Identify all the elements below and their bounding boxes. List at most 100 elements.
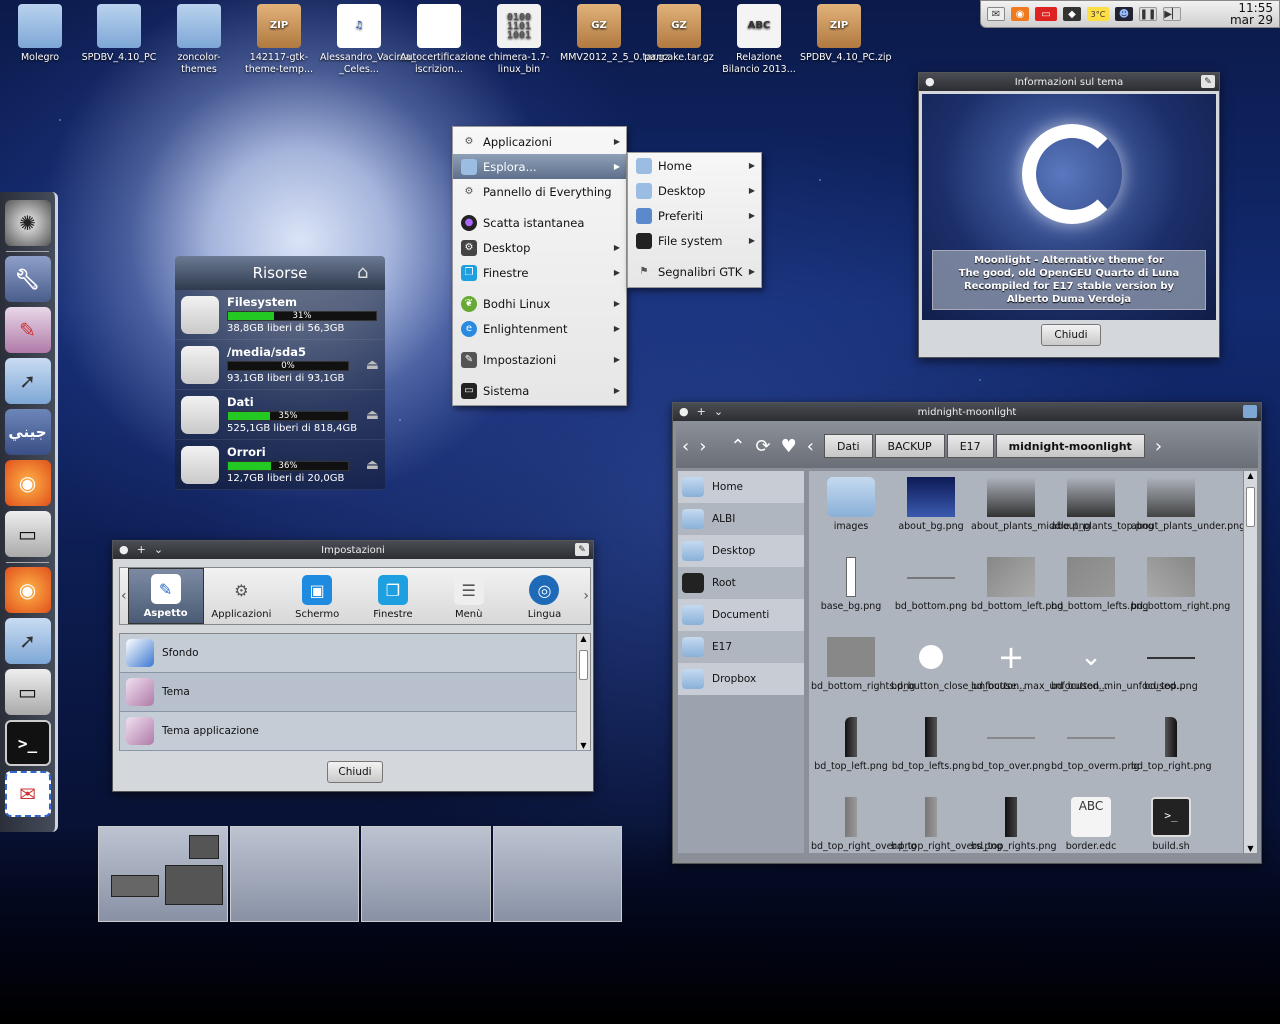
close-button[interactable]: Chiudi [327,761,383,783]
sidebar-item-desktop[interactable]: Desktop [678,535,804,567]
disk-filesystem[interactable]: Filesystem 31% 38,8GB liberi di 56,3GB [175,290,385,340]
desktop-icon[interactable]: zoncolor-themes [160,2,238,76]
eject-icon[interactable]: ⏏ [366,407,379,423]
desktop-icon[interactable]: GZ pancake.tar.gz [640,2,718,64]
computer-icon[interactable]: ▭ [4,669,51,715]
window-menu-icon[interactable]: ● [925,75,935,88]
file-item[interactable]: about_plants_under.png [1131,477,1245,533]
window-titlebar[interactable]: ● + ⌄ midnight-moonlight [673,403,1261,421]
pager-window[interactable] [111,875,159,897]
wrench-icon[interactable]: 🔧︎ [4,256,51,302]
sidebar-item-e17[interactable]: E17 [678,631,804,663]
tab-aspetto[interactable]: ✎ Aspetto [127,568,204,624]
file-item[interactable]: about_bg.png [891,477,971,533]
menu-item-finestre[interactable]: ❐ Finestre ▶ [453,260,626,285]
file-item[interactable]: images [811,477,891,533]
pause-icon[interactable]: ❚❚ [1139,7,1157,21]
breadcrumb-dati[interactable]: Dati [823,434,873,458]
computer-icon[interactable]: ▭ [4,511,51,557]
window-titlebar[interactable]: ● + ⌄ Impostazioni ✎ [113,541,593,559]
breadcrumb-back-icon[interactable]: ‹ [807,436,814,457]
user-icon[interactable]: ☻ [1115,7,1133,21]
file-item[interactable]: about_plants_top.png [1051,477,1154,533]
breadcrumb-forward-icon[interactable]: › [1155,436,1162,457]
pager-desktop-2[interactable] [229,826,359,922]
file-manager-icon[interactable]: ➚ [4,618,51,664]
breadcrumb-e17[interactable]: E17 [946,434,994,458]
desktop-icon[interactable]: Molegro [1,2,79,64]
pager-desktop-4[interactable] [492,826,622,922]
sidebar-item-albi[interactable]: ALBI [678,503,804,535]
menu-item-scatta[interactable]: ● Scatta istantanea [453,210,626,235]
disk-orrori[interactable]: Orrori 36% 12,7GB liberi di 20,0GB ⏏ [175,440,385,490]
firefox-icon[interactable]: ◉ [4,460,51,506]
terminal-icon[interactable]: >_ [4,720,51,766]
window-menu-icon[interactable]: ● [679,405,689,418]
desktop-icon[interactable]: Autocertificazione iscrizion... [400,2,486,76]
menu-item-enlightenment[interactable]: e Enlightenment ▶ [453,316,626,341]
file-item[interactable]: >_ build.sh [1131,797,1211,853]
file-item[interactable]: bd_top_lefts.png [891,717,971,773]
menu-item-bodhi[interactable]: ❦ Bodhi Linux ▶ [453,291,626,316]
menu-item-esplora[interactable]: Esplora... ▶ [453,154,626,179]
breadcrumb-backup[interactable]: BACKUP [874,434,945,458]
file-item[interactable]: bd_top_overm.png [1051,717,1140,773]
submenu-item-preferiti[interactable]: Preferiti ▶ [628,203,761,228]
menu-item-sistema[interactable]: ▭ Sistema ▶ [453,378,626,403]
battery-icon[interactable]: ▭ [1035,7,1057,21]
file-item[interactable]: bd_top_right_overs.png [891,797,1002,853]
sidebar-item-documenti[interactable]: Documenti [678,599,804,631]
file-item[interactable]: bd_bottom_left.png [971,557,1063,613]
tabs-scroll-right-icon[interactable]: › [582,568,590,624]
file-item[interactable]: ⌄ bd_button_min_unfocused... [1051,637,1185,693]
window-titlebar[interactable]: ● Informazioni sul tema ✎ [919,73,1219,91]
submenu-item-segnalibri[interactable]: ⚑ Segnalibri GTK ▶ [628,259,761,284]
pager-desktop-1[interactable] [98,826,228,922]
desktop-icon[interactable]: ♫ Alessandro_Vacirca_-_Celes... [320,2,419,76]
next-icon[interactable]: ▶▏ [1163,7,1181,21]
file-item[interactable]: ABC border.edc [1051,797,1131,853]
dropbox-icon[interactable]: ◆ [1063,7,1081,21]
tab-finestre[interactable]: ❐ Finestre [355,568,431,624]
home-icon[interactable]: ⌂ [357,262,379,284]
pager-window[interactable] [165,865,223,905]
tab-menu[interactable]: ☰ Menù [431,568,507,624]
menu-item-pannello[interactable]: ⚙ Pannello di Everything [453,179,626,204]
menu-item-impostazioni[interactable]: ✎ Impostazioni ▶ [453,347,626,372]
eject-icon[interactable]: ⏏ [366,357,379,373]
clock[interactable]: 11:55 mar 29 [1230,2,1273,26]
mail-icon[interactable]: ✉ [987,7,1005,21]
mail-icon[interactable]: ✉ [4,771,51,817]
window-menu-icon[interactable]: ● [119,543,129,556]
desktop-icon[interactable]: GZ MMV2012_2_5_0.tar.gz [560,2,669,64]
file-item[interactable]: bd_top_right.png [1131,717,1212,773]
window-settings-icon[interactable]: ✎ [1201,75,1215,88]
tab-applicazioni[interactable]: ⚙ Applicazioni [204,568,280,624]
desktop-icon[interactable]: SPDBV_4.10_PC [80,2,158,64]
weather-icon[interactable]: 3°C [1087,7,1109,21]
scroll-down-icon[interactable]: ▼ [577,741,590,750]
pager-desktop-3[interactable] [361,826,491,922]
list-item-sfondo[interactable]: Sfondo [120,634,590,673]
window-add-icon[interactable]: + [137,543,146,556]
arabic-app-icon[interactable]: جيني [4,409,51,455]
sidebar-item-dropbox[interactable]: Dropbox [678,663,804,695]
favorite-icon[interactable]: ♥ [781,436,797,457]
file-item[interactable]: bd_bottom.png [891,557,971,613]
firefox-icon[interactable]: ◉ [4,567,51,613]
forward-icon[interactable]: › [699,436,706,457]
rss-icon[interactable]: ◉ [1011,7,1029,21]
window-minimize-icon[interactable]: ⌄ [154,543,163,556]
list-scrollbar[interactable]: ▲ ▼ [576,634,590,750]
file-item[interactable]: bd_bottom_lefts.png [1051,557,1148,613]
file-item[interactable]: bd_bottom_right.png [1131,557,1230,613]
file-item[interactable]: bd_top_rights.png [971,797,1057,853]
paint-icon[interactable]: ✎ [4,307,51,353]
file-item[interactable]: + bd_button_max_unfocused... [971,637,1108,693]
window-minimize-icon[interactable]: ⌄ [714,405,723,418]
up-icon[interactable]: ⌃ [730,436,745,457]
scroll-up-icon[interactable]: ▲ [1244,471,1257,480]
menu-item-applicazioni[interactable]: ⚙ Applicazioni ▶ [453,129,626,154]
disk-sda5[interactable]: /media/sda5 0% 93,1GB liberi di 93,1GB ⏏ [175,340,385,390]
window-settings-icon[interactable]: ✎ [575,543,589,556]
